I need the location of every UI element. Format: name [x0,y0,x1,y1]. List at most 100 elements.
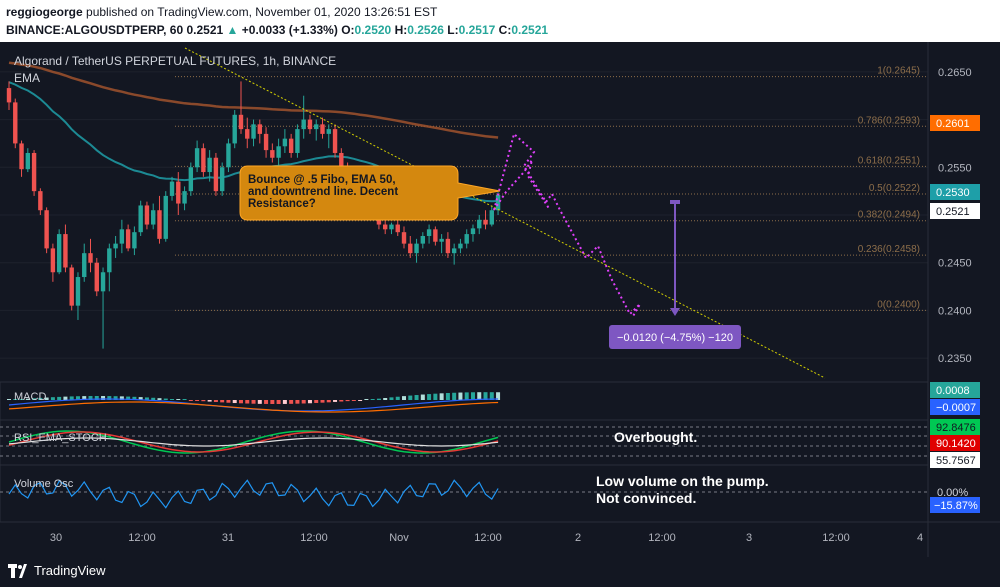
macd-histogram-bar [188,400,193,401]
macd-histogram-bar [232,400,237,404]
price-tick-label: 0.2450 [938,258,972,270]
price-tick-label: 0.2550 [938,162,972,174]
candle-body [182,191,187,204]
time-tick-label: 4 [917,532,923,544]
candle-body [44,210,49,249]
tradingview-logo[interactable]: TradingView [8,563,106,578]
rsi-tag-label: 90.1420 [936,438,976,450]
high-value: 0.2526 [407,23,444,37]
macd-histogram-bar [314,400,319,403]
measure-label-text: −0.0120 (−4.75%) −120 [617,332,733,344]
candle-body [69,267,74,306]
footer: TradingView [0,557,1000,587]
candle-body [445,238,451,254]
candle-body [389,224,394,230]
candle-body [451,248,457,254]
measure-label-box[interactable]: −0.0120 (−4.75%) −120 [609,325,741,349]
close-label: C: [498,23,512,37]
macd-histogram-bar [320,400,325,403]
candle-body [38,191,43,211]
candle-body [489,210,494,225]
candle-body [408,243,413,254]
macd-histogram-bar [289,400,294,404]
macd-histogram-bar [420,394,425,400]
change-up-icon: ▲ [226,23,239,37]
candle-body [314,124,319,130]
macd-histogram-bar [226,400,231,403]
candle-body [213,157,219,192]
candle-body [88,253,93,263]
open-label: O: [341,23,355,37]
annotation-text-line: and downtrend line. Decent [248,186,398,198]
macd-histogram-bar [345,400,350,402]
macd-histogram-bar [207,400,212,402]
candle-body [163,195,168,239]
price-tag-label: 0.2530 [936,187,970,199]
macd-histogram-bar [339,400,344,402]
candle-body [301,119,306,130]
annotation-text-line: Resistance? [248,198,316,210]
time-tick-label: 2 [575,532,581,544]
candle-body [477,219,482,229]
macd-histogram-bar [414,395,419,400]
time-tick-label: 30 [50,532,62,544]
macd-histogram-bar [458,392,463,400]
candle-body [169,181,175,196]
macd-tag-label: 0.0008 [936,385,970,397]
candle-body [94,262,99,292]
price-change: +0.0033 (+1.33%) [241,23,338,37]
macd-histogram-bar [445,393,450,400]
macd-histogram-bar [295,400,300,404]
candle-body [395,224,400,233]
candle-body [219,167,225,192]
macd-histogram-bar [389,397,394,400]
candle-body [245,129,250,139]
candle-body [125,229,131,249]
open-value: 0.2520 [354,23,392,37]
macd-histogram-bar [63,396,68,400]
macd-histogram-bar [427,394,432,400]
macd-histogram-bar [470,392,475,400]
rsi-tag-label: 55.7567 [936,455,976,467]
candle-body [383,224,388,230]
overbought-note: Overbought. [614,429,697,445]
chart-title: Algorand / TetherUS PERPETUAL FUTURES, 1… [14,54,336,68]
volume-osc-label: Volume Osc [14,478,74,490]
candle-body [151,210,156,225]
macd-histogram-bar [351,400,356,401]
rsi-label: RSI_EMA_STOCH [14,432,107,444]
macd-histogram-bar [364,399,369,400]
macd-histogram-bar [358,400,363,401]
macd-histogram-bar [264,400,269,404]
candle-body [100,272,106,292]
chart-canvas[interactable]: 1(0.2645) 0.786(0.2593) 0.618(0.2551) 0.5(0… [0,42,1000,557]
macd-histogram-bar [7,399,11,400]
macd-histogram-bar [370,399,375,400]
volume-note-line-2: Not convinced. [596,490,696,506]
macd-histogram-bar [251,400,256,404]
candle-body [63,234,68,268]
macd-histogram-bar [270,400,275,404]
macd-histogram-bar [464,392,469,400]
candle-body [339,152,344,168]
time-tick-label: Nov [389,532,409,544]
macd-histogram-bar [195,400,200,401]
candle-body [257,124,262,134]
candle-body [194,148,200,168]
price-tick-label: 0.2400 [938,305,972,317]
candle-body [420,235,426,244]
publication-header: reggiogeorge published on TradingView.co… [0,0,1000,42]
candle-body [119,229,125,244]
candle-body [188,167,194,192]
candle-body [270,150,275,158]
candle-body [326,129,331,134]
time-tick-label: 31 [222,532,234,544]
macd-label: MACD [14,391,46,403]
candle-body [426,229,432,236]
time-tick-label: 3 [746,532,752,544]
candle-body [232,114,237,144]
last-price: 0.2521 [186,23,224,37]
author-name[interactable]: reggiogeorge [6,5,83,19]
fib-level-label: 0.382(0.2494) [858,210,920,221]
volume-note-line-1: Low volume on the pump. [596,473,769,489]
